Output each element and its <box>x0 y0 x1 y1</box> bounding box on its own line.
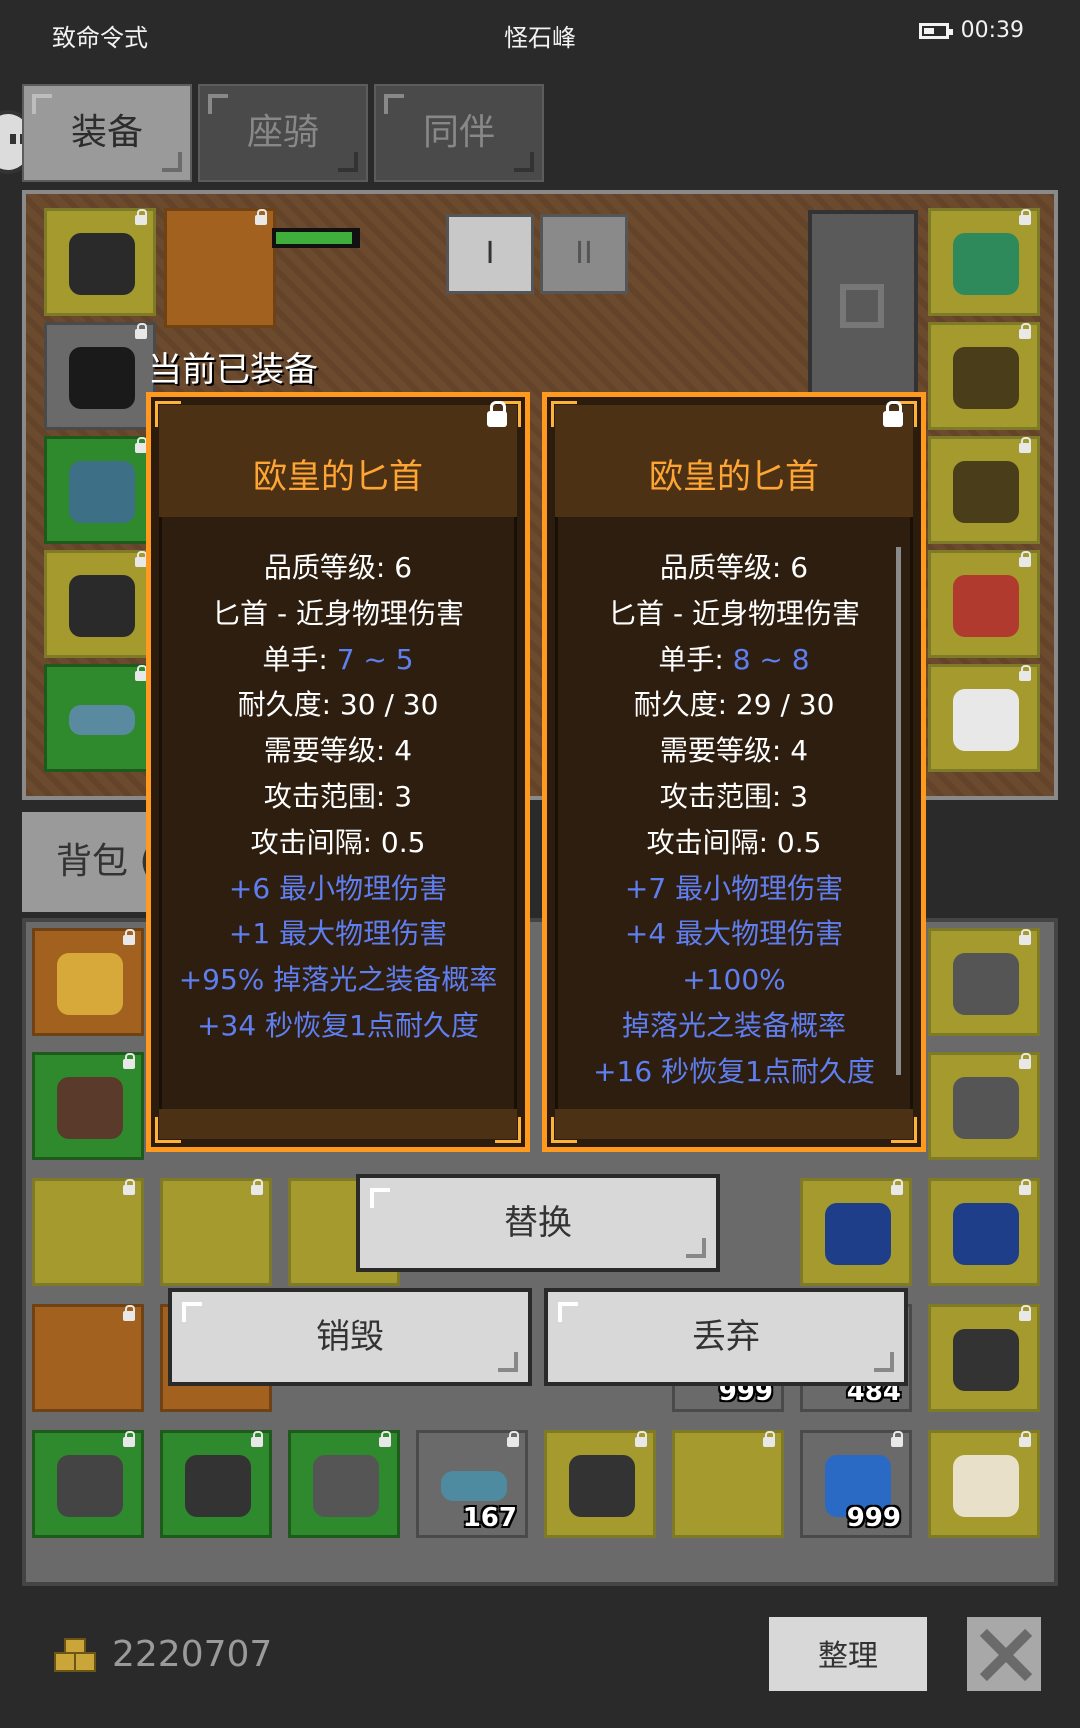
lock-icon[interactable] <box>883 401 903 427</box>
stat-line: 单手: 8 ~ 8 <box>658 642 810 676</box>
slot-amulet[interactable] <box>928 208 1040 316</box>
status-right: 00:39 <box>918 18 1024 43</box>
loadout-1-button[interactable]: I <box>446 214 534 294</box>
slot-ring-2[interactable] <box>928 436 1040 544</box>
tab-label: 座骑 <box>246 112 319 153</box>
bag-slot[interactable] <box>672 1430 784 1538</box>
tab-equipment[interactable]: 装备 <box>22 84 192 182</box>
slot-necklace[interactable] <box>44 208 156 316</box>
stat-line: +4 最大物理伤害 <box>624 917 844 951</box>
stat-line: 品质等级: 6 <box>659 551 809 584</box>
stat-line: 需要等级: 4 <box>659 734 809 768</box>
battery-icon <box>918 22 953 39</box>
item-card-current: 欧皇的匕首 品质等级: 6 匕首 - 近身物理伤害 单手: 7 ~ 5 耐久度:… <box>146 392 530 1152</box>
replace-button[interactable]: 替换 <box>356 1174 720 1272</box>
slot-weapon[interactable] <box>164 208 276 328</box>
lock-icon[interactable] <box>487 401 507 427</box>
item-stats: 品质等级: 6 匕首 - 近身物理伤害 单手: 8 ~ 8 耐久度: 29 / … <box>547 545 921 1095</box>
character-preview-slot[interactable] <box>808 210 918 400</box>
slot-armor[interactable] <box>44 322 156 430</box>
bag-slot[interactable] <box>32 1304 144 1412</box>
stat-line: +1 最大物理伤害 <box>228 917 448 951</box>
tab-companion[interactable]: 同伴 <box>374 84 544 182</box>
stat-line: 耐久度: 29 / 30 <box>633 688 835 722</box>
stat-line: 匕首 - 近身物理伤害 <box>608 596 860 630</box>
gold-display: 2220707 <box>54 1634 272 1675</box>
tab-mount[interactable]: 座骑 <box>198 84 368 182</box>
stat-line: +7 最小物理伤害 <box>624 871 844 905</box>
stat-line: 攻击间隔: 0.5 <box>646 825 822 859</box>
current-equipped-label: 当前已装备 <box>148 350 318 390</box>
bag-slot[interactable] <box>544 1430 656 1538</box>
slot-helmet[interactable] <box>928 550 1040 658</box>
stat-line: 品质等级: 6 <box>263 551 413 584</box>
stat-line: 攻击范围: 3 <box>659 779 809 813</box>
sort-button[interactable]: 整理 <box>766 1614 930 1694</box>
item-title: 欧皇的匕首 <box>253 457 423 497</box>
stat-line: +95% 掉落光之装备概率 <box>178 963 498 997</box>
bag-slot[interactable] <box>32 1430 144 1538</box>
gold-amount: 2220707 <box>112 1634 273 1675</box>
hp-bar <box>272 228 360 248</box>
item-stats: 品质等级: 6 匕首 - 近身物理伤害 单手: 7 ~ 5 耐久度: 30 / … <box>151 545 525 1049</box>
slot-gloves[interactable] <box>44 436 156 544</box>
item-count: 167 <box>462 1503 517 1533</box>
discard-button[interactable]: 丢弃 <box>544 1288 908 1386</box>
slot-pet[interactable] <box>928 664 1040 772</box>
destroy-button[interactable]: 销毁 <box>168 1288 532 1386</box>
bag-slot[interactable]: 999 <box>800 1430 912 1538</box>
bag-slot[interactable]: 167 <box>416 1430 528 1538</box>
stat-line: +100% <box>682 963 786 997</box>
destroy-label: 销毁 <box>316 1317 384 1357</box>
stat-line: 攻击范围: 3 <box>263 779 413 813</box>
bag-slot[interactable] <box>928 928 1040 1036</box>
status-bar: 致命令式 怪石峰 00:39 <box>0 0 1080 64</box>
clock: 00:39 <box>960 18 1024 43</box>
bag-slot[interactable] <box>32 928 144 1036</box>
item-count: 999 <box>846 1503 901 1533</box>
gold-coins-icon <box>54 1637 98 1672</box>
stat-line: +16 秒恢复1点耐久度 <box>593 1054 875 1088</box>
bag-slot[interactable] <box>288 1430 400 1538</box>
slot-belt[interactable] <box>44 664 156 772</box>
slot-boots[interactable] <box>44 550 156 658</box>
stat-line: 耐久度: 30 / 30 <box>237 688 439 722</box>
stat-line: +6 最小物理伤害 <box>228 871 448 905</box>
item-title: 欧皇的匕首 <box>649 457 819 497</box>
discard-label: 丢弃 <box>692 1317 760 1357</box>
bag-slot[interactable] <box>928 1304 1040 1412</box>
tab-label: 同伴 <box>422 112 495 153</box>
stat-line: +34 秒恢复1点耐久度 <box>197 1008 479 1042</box>
stat-line: 需要等级: 4 <box>263 734 413 768</box>
close-button[interactable] <box>964 1614 1044 1694</box>
tab-label: 装备 <box>70 112 143 153</box>
bag-slot[interactable] <box>160 1178 272 1286</box>
slot-ring-1[interactable] <box>928 322 1040 430</box>
bag-slot[interactable] <box>32 1178 144 1286</box>
bag-slot[interactable] <box>32 1052 144 1160</box>
stat-line: 攻击间隔: 0.5 <box>250 825 426 859</box>
stat-line: 匕首 - 近身物理伤害 <box>212 596 464 630</box>
bag-slot[interactable] <box>928 1430 1040 1538</box>
stat-line: 单手: 7 ~ 5 <box>262 642 414 676</box>
bag-slot[interactable] <box>800 1178 912 1286</box>
bag-slot[interactable] <box>928 1052 1040 1160</box>
replace-label: 替换 <box>504 1203 572 1243</box>
item-card-new: 欧皇的匕首 品质等级: 6 匕首 - 近身物理伤害 单手: 8 ~ 8 耐久度:… <box>542 392 926 1152</box>
bag-slot[interactable] <box>928 1178 1040 1286</box>
bag-slot[interactable] <box>160 1430 272 1538</box>
stat-line: 掉落光之装备概率 <box>621 1008 846 1042</box>
loadout-2-button[interactable]: II <box>540 214 628 294</box>
